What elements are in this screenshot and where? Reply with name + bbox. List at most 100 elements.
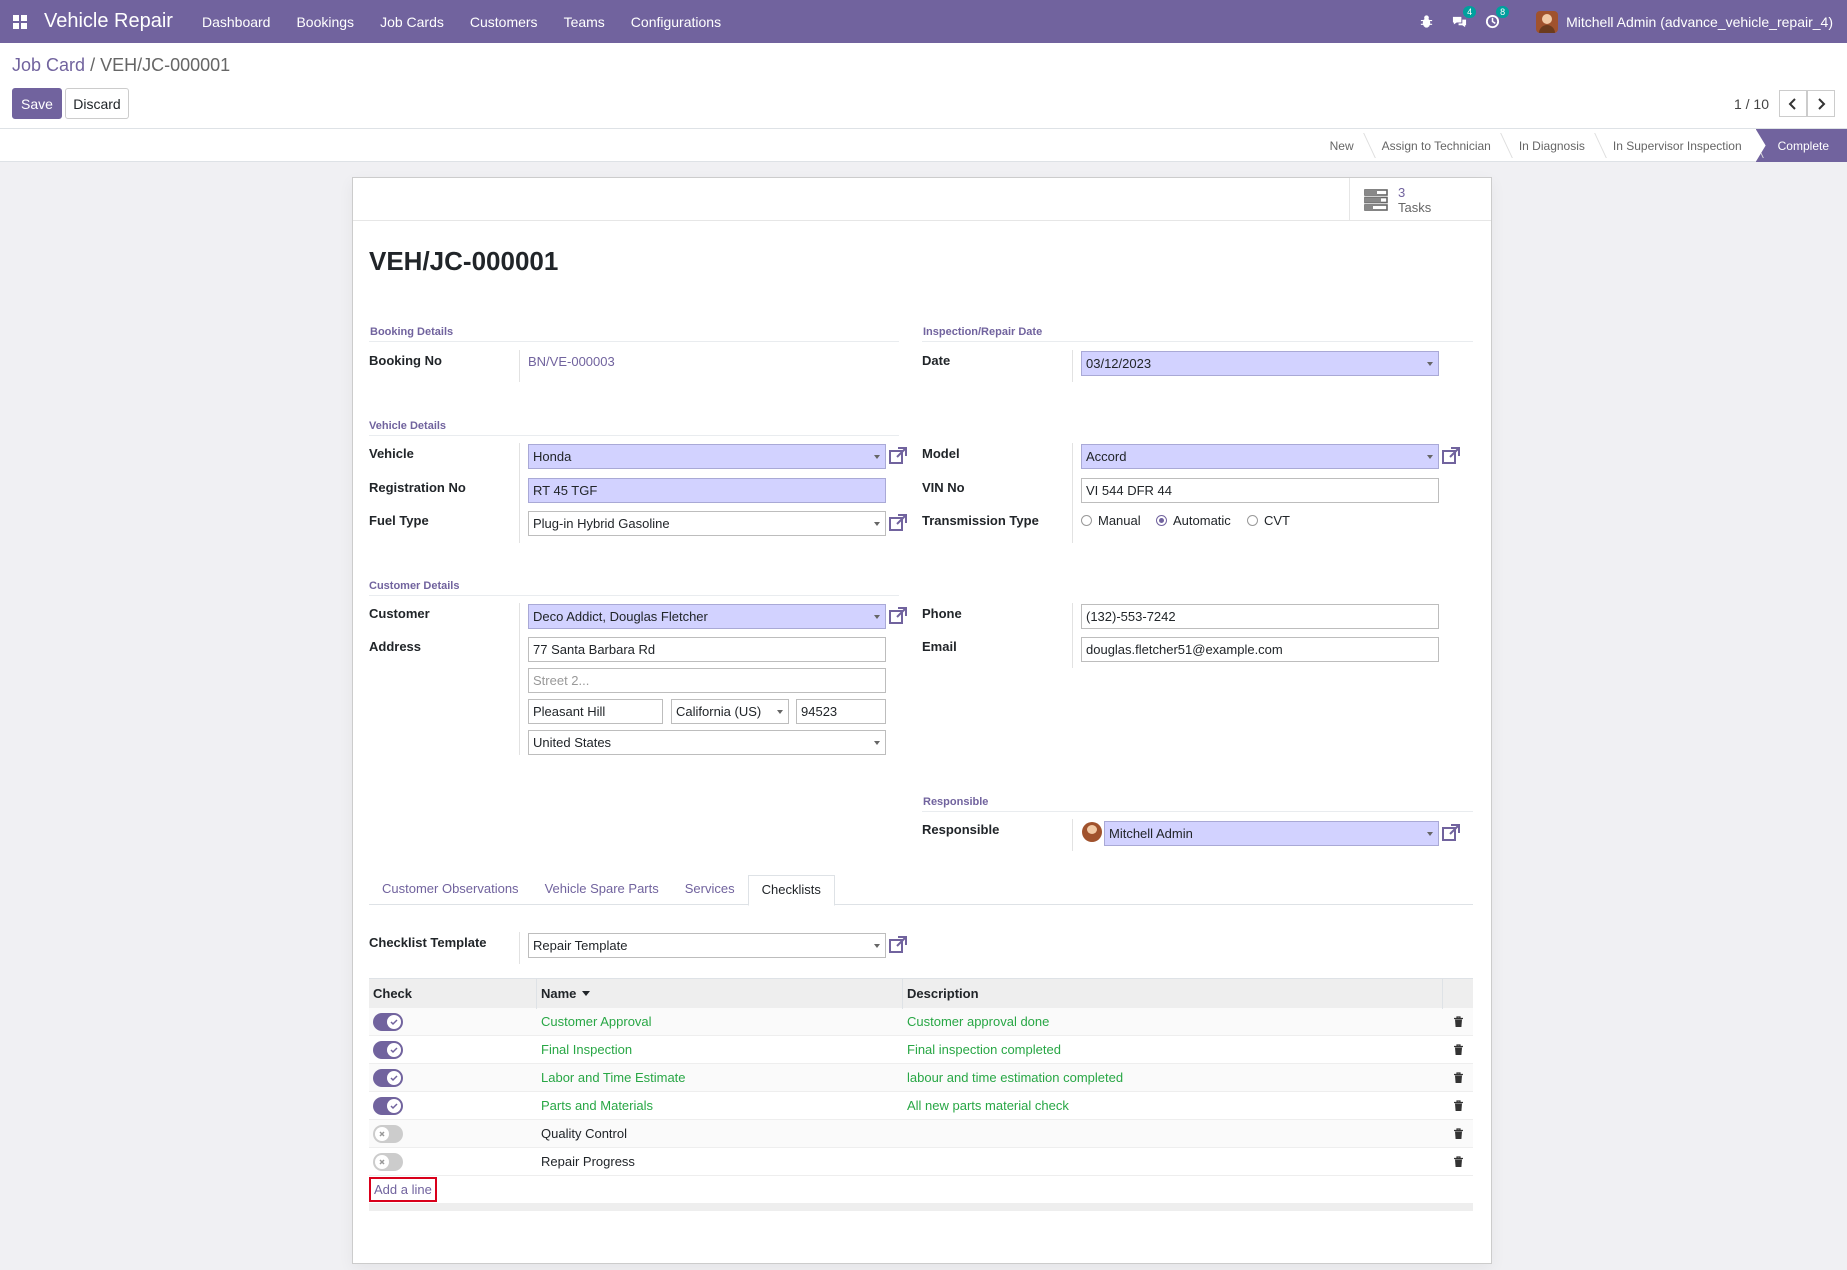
- messages-icon[interactable]: 4: [1452, 6, 1477, 29]
- radio-label: CVT: [1264, 513, 1290, 528]
- delete-row-button[interactable]: [1443, 1071, 1473, 1084]
- menu-bookings[interactable]: Bookings: [283, 14, 367, 30]
- registration-field[interactable]: RT 45 TGF: [528, 478, 886, 503]
- external-link-icon[interactable]: [888, 935, 908, 955]
- country-field[interactable]: United States: [528, 730, 886, 755]
- name-cell[interactable]: Parts and Materials: [537, 1098, 903, 1113]
- name-cell[interactable]: Labor and Time Estimate: [537, 1070, 903, 1085]
- delete-row-button[interactable]: [1443, 1099, 1473, 1112]
- pager-value[interactable]: 1 / 10: [1734, 96, 1769, 112]
- transmission-automatic-radio[interactable]: Automatic: [1156, 513, 1231, 528]
- trash-icon: [1453, 1127, 1463, 1139]
- zip-field[interactable]: 94523: [796, 699, 886, 724]
- transmission-cvt-radio[interactable]: CVT: [1247, 513, 1290, 528]
- check-toggle[interactable]: [373, 1068, 403, 1087]
- description-cell[interactable]: Customer approval done: [903, 1014, 1443, 1029]
- name-cell[interactable]: Quality Control: [537, 1126, 903, 1141]
- tab-vehicle-spare-parts[interactable]: Vehicle Spare Parts: [532, 875, 672, 905]
- model-field[interactable]: Accord: [1081, 444, 1439, 469]
- external-link-icon[interactable]: [888, 606, 908, 626]
- pager-next-button[interactable]: [1807, 90, 1835, 117]
- table-row[interactable]: Labor and Time Estimate labour and time e…: [369, 1064, 1473, 1092]
- name-cell[interactable]: Repair Progress: [537, 1154, 903, 1169]
- chevron-right-icon: [1818, 97, 1826, 110]
- column-name[interactable]: Name: [537, 978, 903, 1009]
- x-icon: [379, 1130, 385, 1137]
- pager-previous-button[interactable]: [1779, 90, 1807, 117]
- menu-teams[interactable]: Teams: [551, 14, 618, 30]
- check-toggle[interactable]: [373, 1040, 403, 1059]
- tab-customer-observations[interactable]: Customer Observations: [369, 875, 532, 905]
- column-description[interactable]: Description: [903, 978, 1443, 1009]
- delete-row-button[interactable]: [1443, 1015, 1473, 1028]
- city-field[interactable]: Pleasant Hill: [528, 699, 663, 724]
- name-cell[interactable]: Final Inspection: [537, 1042, 903, 1057]
- toggle-knob: [375, 1154, 389, 1169]
- save-button[interactable]: Save: [12, 88, 62, 119]
- customer-value: Deco Addict, Douglas Fletcher: [533, 609, 708, 624]
- state-field[interactable]: California (US): [671, 699, 789, 724]
- debug-bug-icon[interactable]: [1419, 14, 1434, 29]
- menu-job-cards[interactable]: Job Cards: [367, 14, 457, 30]
- description-cell[interactable]: Final inspection completed: [903, 1042, 1443, 1057]
- activities-clock-icon[interactable]: 8: [1485, 6, 1510, 29]
- description-cell[interactable]: All new parts material check: [903, 1098, 1443, 1113]
- discard-button[interactable]: Discard: [65, 88, 129, 119]
- street-field[interactable]: 77 Santa Barbara Rd: [528, 637, 886, 662]
- vehicle-label: Vehicle: [369, 446, 414, 461]
- table-row[interactable]: Final Inspection Final inspection complet…: [369, 1036, 1473, 1064]
- external-link-icon[interactable]: [1441, 823, 1461, 843]
- booking-no-link[interactable]: BN/VE-000003: [528, 354, 615, 369]
- check-toggle[interactable]: [373, 1012, 403, 1031]
- date-field[interactable]: 03/12/2023: [1081, 351, 1439, 376]
- fuel-type-field[interactable]: Plug-in Hybrid Gasoline: [528, 511, 886, 536]
- check-toggle[interactable]: [373, 1096, 403, 1115]
- tab-checklists[interactable]: Checklists: [747, 875, 835, 906]
- table-row[interactable]: Quality Control: [369, 1120, 1473, 1148]
- field-separator: [519, 932, 520, 964]
- checklist-template-field[interactable]: Repair Template: [528, 933, 886, 958]
- menu-customers[interactable]: Customers: [457, 14, 551, 30]
- user-menu[interactable]: Mitchell Admin (advance_vehicle_repair_4…: [1536, 10, 1833, 33]
- delete-row-button[interactable]: [1443, 1043, 1473, 1056]
- radio-label: Automatic: [1173, 513, 1231, 528]
- stage-new[interactable]: New: [1316, 129, 1368, 162]
- tab-services[interactable]: Services: [672, 875, 748, 905]
- stage-in-supervisor-inspection[interactable]: In Supervisor Inspection: [1599, 129, 1756, 162]
- check-toggle[interactable]: [373, 1152, 403, 1171]
- external-link-icon[interactable]: [888, 446, 908, 466]
- customer-label: Customer: [369, 606, 430, 621]
- external-link-icon[interactable]: [1441, 446, 1461, 466]
- delete-row-button[interactable]: [1443, 1127, 1473, 1140]
- table-row[interactable]: Customer Approval Customer approval done: [369, 1008, 1473, 1036]
- description-cell[interactable]: labour and time estimation completed: [903, 1070, 1443, 1085]
- customer-field[interactable]: Deco Addict, Douglas Fletcher: [528, 604, 886, 629]
- menu-configurations[interactable]: Configurations: [618, 14, 734, 30]
- vehicle-field[interactable]: Honda: [528, 444, 886, 469]
- external-link-icon[interactable]: [888, 513, 908, 533]
- tasks-smart-button[interactable]: 3 Tasks: [1349, 178, 1491, 221]
- app-name[interactable]: Vehicle Repair: [44, 10, 173, 33]
- breadcrumb-parent[interactable]: Job Card: [12, 55, 85, 75]
- apps-menu-icon[interactable]: [0, 0, 40, 43]
- column-actions: [1443, 979, 1473, 1009]
- stage-in-diagnosis[interactable]: In Diagnosis: [1505, 129, 1599, 162]
- check-toggle[interactable]: [373, 1124, 403, 1143]
- phone-field[interactable]: (132)-553-7242: [1081, 604, 1439, 629]
- transmission-manual-radio[interactable]: Manual: [1081, 513, 1141, 528]
- column-check[interactable]: Check: [369, 978, 537, 1009]
- responsible-field[interactable]: Mitchell Admin: [1104, 821, 1439, 846]
- stage-assign-to-technician[interactable]: Assign to Technician: [1368, 129, 1505, 162]
- add-line-button[interactable]: Add a line: [369, 1177, 437, 1202]
- table-row[interactable]: Parts and Materials All new parts materia…: [369, 1092, 1473, 1120]
- name-cell[interactable]: Customer Approval: [537, 1014, 903, 1029]
- city-value: Pleasant Hill: [533, 704, 606, 719]
- street2-field[interactable]: Street 2...: [528, 668, 886, 693]
- table-row[interactable]: Repair Progress: [369, 1148, 1473, 1176]
- delete-row-button[interactable]: [1443, 1155, 1473, 1168]
- vin-field[interactable]: VI 544 DFR 44: [1081, 478, 1439, 503]
- vin-label: VIN No: [922, 480, 965, 495]
- email-field[interactable]: douglas.fletcher51@example.com: [1081, 637, 1439, 662]
- stage-complete[interactable]: Complete: [1755, 129, 1847, 162]
- menu-dashboard[interactable]: Dashboard: [189, 14, 284, 30]
